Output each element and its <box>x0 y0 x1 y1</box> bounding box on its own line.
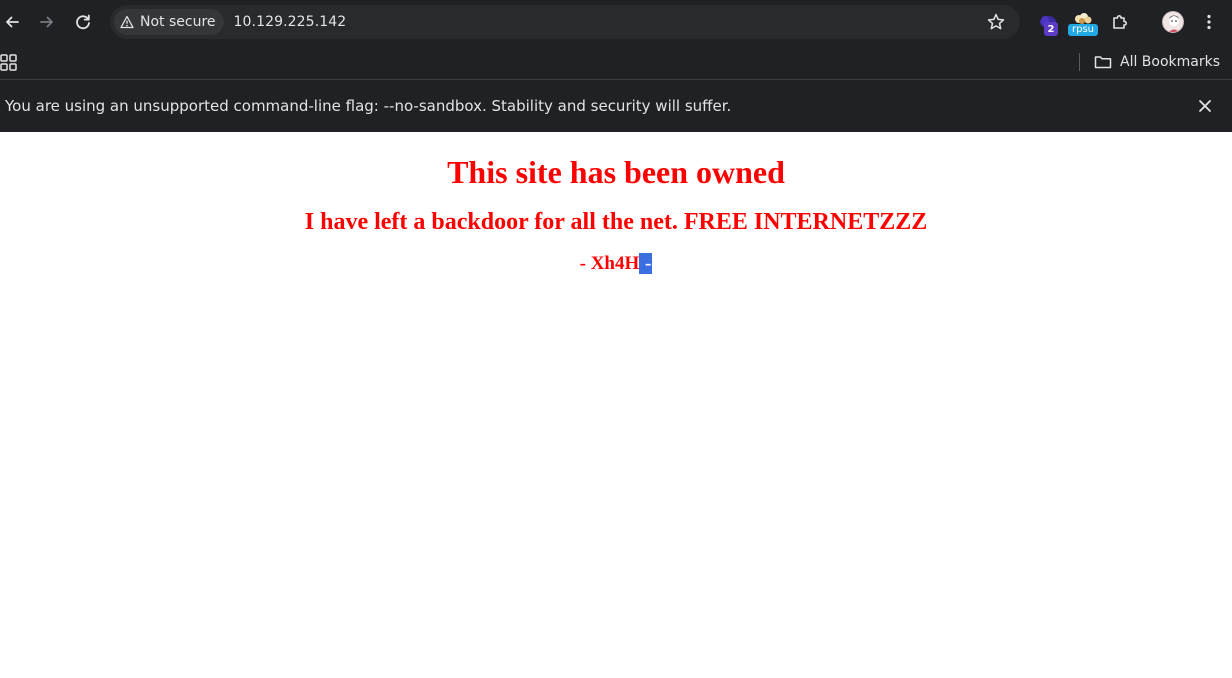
page-heading: This site has been owned <box>447 154 785 190</box>
bookmarks-divider <box>1079 53 1080 71</box>
all-bookmarks-label: All Bookmarks <box>1120 54 1221 70</box>
url-text[interactable]: 10.129.225.142 <box>234 14 347 30</box>
reload-button[interactable] <box>71 10 95 34</box>
warning-infobar: You are using an unsupported command-lin… <box>0 80 1232 132</box>
page-content: This site has been owned I have left a b… <box>0 132 1232 678</box>
signature-text: - Xh4H <box>579 253 640 274</box>
folder-icon <box>1094 56 1112 69</box>
kebab-menu-icon <box>1207 14 1211 30</box>
puzzle-icon <box>1113 15 1127 29</box>
star-icon[interactable] <box>986 12 1006 32</box>
address-bar[interactable]: Not secure 10.129.225.142 <box>110 5 1020 39</box>
infobar-message: You are using an unsupported command-lin… <box>5 97 732 115</box>
profile-avatar[interactable] <box>1162 11 1184 33</box>
extension-rpsu[interactable]: rpsu <box>1068 12 1098 36</box>
extension-badge: 2 <box>1044 22 1058 36</box>
forward-button[interactable] <box>35 10 59 34</box>
apps-button[interactable] <box>0 52 20 72</box>
extensions-button[interactable] <box>1108 10 1132 34</box>
reload-icon <box>76 14 90 30</box>
security-indicator[interactable]: Not secure <box>114 9 224 35</box>
arrow-left-icon <box>6 16 19 28</box>
arrow-right-icon <box>40 16 53 28</box>
page-subheading: I have left a backdoor for all the net. … <box>304 209 928 235</box>
menu-button[interactable] <box>1197 10 1221 34</box>
browser-toolbar: Not secure 10.129.225.142 2 rpsu <box>0 0 1232 44</box>
back-button[interactable] <box>0 10 24 34</box>
security-label: Not secure <box>140 14 216 30</box>
selected-text: - <box>639 253 653 274</box>
page-signature-line: - Xh4H - <box>0 253 1232 275</box>
warning-triangle-icon <box>120 15 134 29</box>
rpsu-label: rpsu <box>1068 24 1098 36</box>
extension-badge-count: 2 <box>1047 23 1055 35</box>
close-icon[interactable] <box>1196 97 1214 115</box>
all-bookmarks-button[interactable]: All Bookmarks <box>1094 50 1220 74</box>
bookmarks-bar: All Bookmarks <box>0 44 1232 80</box>
apps-grid-icon <box>0 54 17 71</box>
profile-picture-icon <box>1168 15 1180 32</box>
